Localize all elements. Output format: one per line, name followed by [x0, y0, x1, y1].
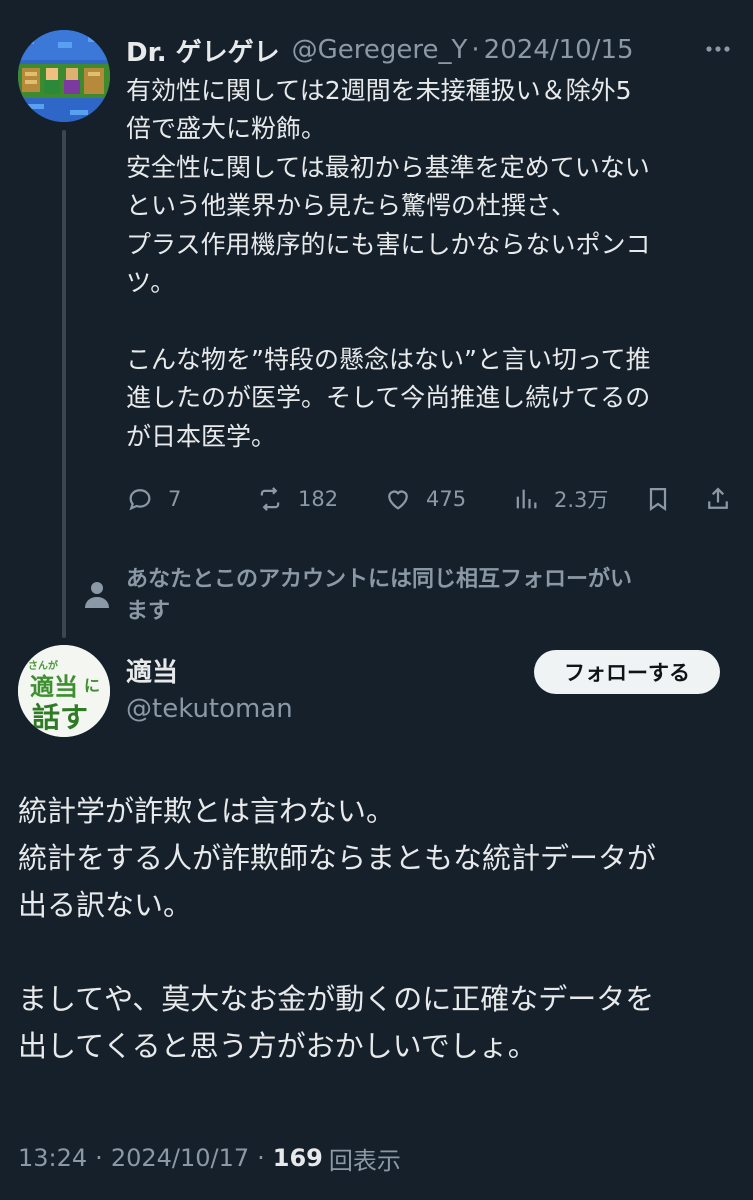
tweet-detail-page: Dr. ゲレゲレ @Geregere_Y · 2024/10/15 有効性に関し… [0, 0, 753, 1200]
mutual-follow-line: あなたとこのアカウントには同じ相互フォローがい [126, 567, 633, 592]
like-button[interactable]: 475 [384, 478, 466, 520]
meta-separator: · [257, 1144, 265, 1172]
post-time[interactable]: 13:24 [18, 1144, 87, 1172]
post-date[interactable]: 2024/10/17 [111, 1144, 249, 1172]
parent-tweet-line: プラス作用機序的にも害にしかならないポンコ [126, 229, 651, 259]
parent-tweet-actions: 7 182 475 2.3万 [126, 478, 738, 520]
svg-text:に: に [84, 676, 100, 695]
parent-tweet-text: 有効性に関しては2週間を未接種扱い＆除外5 倍で盛大に粉飾。 安全性に関しては最… [126, 72, 738, 456]
main-author-name[interactable]: 適当 [126, 652, 178, 689]
meta-separator: · [95, 1144, 103, 1172]
parent-tweet-line: という他業界から見たら驚愕の杜撰さ、 [126, 191, 577, 221]
main-author-handle[interactable]: @tekutoman [126, 694, 293, 724]
bookmark-button[interactable] [644, 478, 672, 520]
parent-tweet-line: 倍で盛大に粉飾。 [126, 114, 327, 144]
parent-tweet-line: 安全性に関しては最初から基準を定めていない [126, 152, 650, 182]
text-logo-avatar-image: さんが 適当 に 話す [18, 645, 110, 737]
repost-icon [260, 487, 280, 511]
parent-tweet-line: ツ。 [126, 268, 176, 298]
follow-button[interactable]: フォローする [534, 650, 720, 694]
main-tweet-line: 出る訳ない。 [18, 888, 193, 922]
share-icon [708, 487, 728, 509]
person-icon [85, 582, 109, 608]
main-tweet-text: 統計学が詐欺とは言わない。 統計をする人が詐欺師ならまともな統計データが 出る訳… [18, 788, 740, 1070]
parent-tweet-line: こんな物を”特段の懸念はない”と言い切って推 [126, 344, 651, 374]
mutual-follow-line: ます [126, 599, 171, 624]
post-view-label: 回表示 [328, 1146, 401, 1175]
thread-connector-line [62, 130, 66, 638]
view-count: 2.3万 [554, 488, 609, 512]
parent-author-name[interactable]: Dr. ゲレゲレ [126, 32, 280, 69]
reply-count: 7 [168, 487, 182, 511]
mutual-follow-text: あなたとこのアカウントには同じ相互フォローがい ます [126, 564, 726, 628]
header-separator: · [471, 35, 480, 65]
post-view-count: 169 [272, 1144, 323, 1172]
svg-text:さんが: さんが [28, 659, 59, 672]
heart-icon [388, 490, 408, 510]
more-dots-glyph [706, 46, 730, 52]
svg-text:話す: 話す [32, 701, 88, 734]
main-tweet-line: 出してくると思う方がおかしいでしょ。 [18, 1029, 537, 1063]
main-tweet-line: 統計をする人が詐欺師ならまともな統計データが [18, 841, 657, 875]
views-button[interactable]: 2.3万 [512, 478, 608, 520]
main-tweet-meta: 13:24 · 2024/10/17 · 169 回表示 [18, 1138, 401, 1178]
parent-tweet-line: 有効性に関しては2週間を未接種扱い＆除外5 [126, 76, 632, 105]
pixel-art-avatar-image [18, 30, 110, 122]
repost-button[interactable]: 182 [256, 478, 338, 520]
bookmark-icon [649, 487, 667, 512]
reply-button[interactable]: 7 [126, 478, 181, 520]
parent-tweet-line: が日本医学。 [126, 421, 277, 451]
like-count: 475 [426, 487, 467, 511]
main-tweet-line: ましてや、莫大なお金が動くのに正確なデータを [18, 982, 655, 1016]
parent-tweet-line: 進したのが医学。そして今尚推進し続けてるの [126, 383, 651, 413]
svg-text:適当: 適当 [30, 673, 78, 701]
more-horizontal-icon[interactable] [703, 34, 733, 64]
parent-tweet-date[interactable]: 2024/10/15 [484, 35, 634, 65]
share-button[interactable] [704, 478, 732, 520]
parent-author-handle[interactable]: @Geregere_Y [292, 35, 468, 65]
main-tweet-line: 統計学が詐欺とは言わない。 [18, 794, 396, 828]
repost-count: 182 [298, 487, 339, 511]
parent-tweet-header: Dr. ゲレゲレ @Geregere_Y · 2024/10/15 [126, 30, 733, 70]
main-author-avatar[interactable]: さんが 適当 に 話す [18, 645, 110, 737]
reply-icon [129, 489, 151, 511]
parent-author-avatar[interactable] [18, 30, 110, 122]
views-bar-chart-icon [516, 489, 537, 509]
